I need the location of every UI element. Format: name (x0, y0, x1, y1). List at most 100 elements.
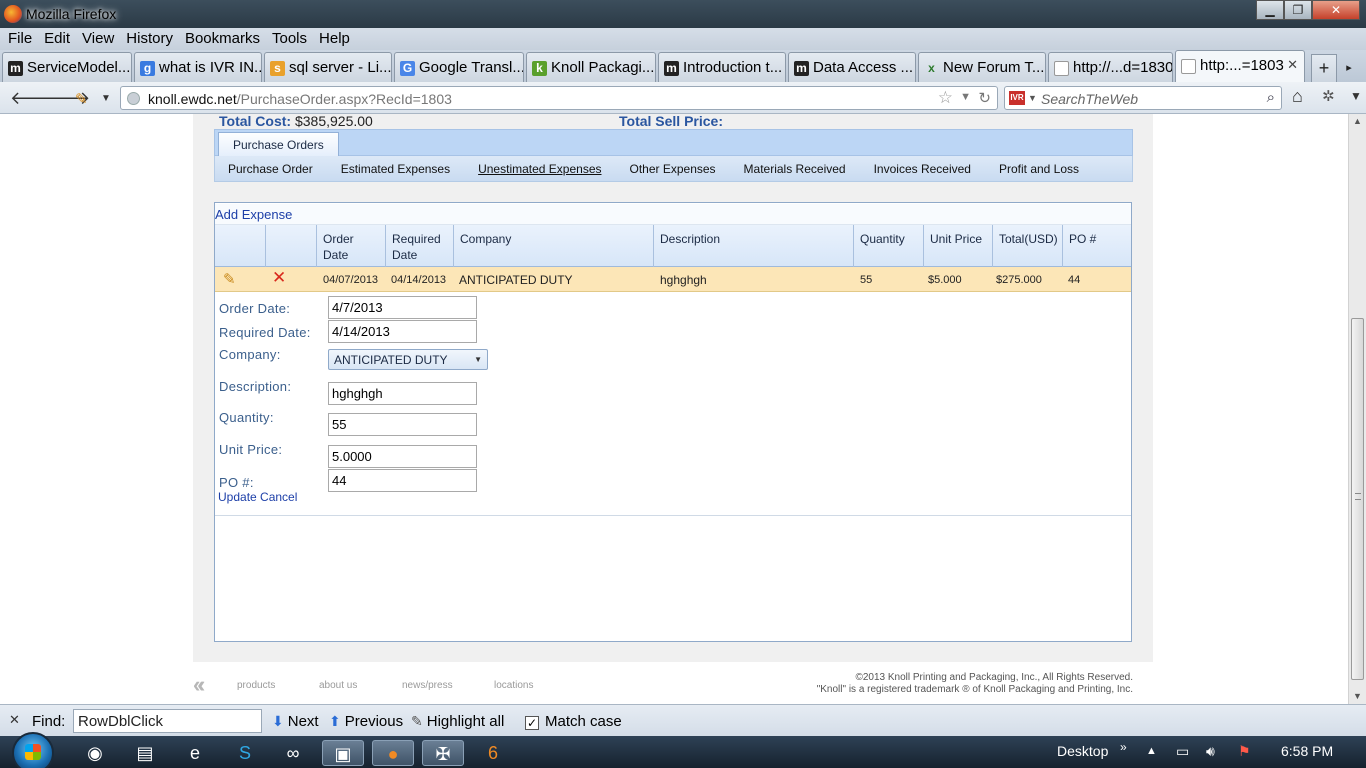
subnav-estimated-expenses[interactable]: Estimated Expenses (341, 162, 450, 181)
browser-tab[interactable]: G Google Transl... (394, 52, 524, 82)
dropdown-arrow-icon[interactable]: ▼ (101, 93, 111, 104)
desktop-toolbar-label[interactable]: Desktop (1057, 743, 1108, 759)
subnav-purchase-order[interactable]: Purchase Order (228, 162, 313, 181)
start-button[interactable] (12, 732, 54, 768)
browser-tab[interactable]: g what is IVR IN... (134, 52, 262, 82)
minimize-button[interactable]: ▁ (1256, 0, 1284, 20)
close-findbar-icon[interactable]: ✕ (9, 712, 20, 728)
subnav-other-expenses[interactable]: Other Expenses (630, 162, 716, 181)
tools-icon[interactable]: ✠ (422, 740, 464, 766)
unit-price-field[interactable]: 5.0000 (328, 445, 477, 468)
description-label: Description: (219, 379, 292, 394)
addon-icon[interactable]: ✲ (1322, 87, 1335, 105)
visual-studio-icon[interactable]: ∞ (272, 740, 314, 766)
header-description[interactable]: Description (654, 225, 854, 267)
url-history-dropdown-icon[interactable]: ▼ (960, 91, 971, 103)
clock[interactable]: 6:58 PM (1281, 743, 1333, 759)
url-text[interactable]: knoll.ewdc.net/PurchaseOrder.aspx?RecId=… (148, 91, 452, 107)
header-po-number[interactable]: PO # (1063, 225, 1131, 267)
company-select[interactable]: ANTICIPATED DUTY ▼ (328, 349, 488, 370)
scroll-up-icon[interactable]: ▲ (1353, 116, 1362, 126)
menu-bar: File Edit View History Bookmarks Tools H… (0, 28, 1366, 50)
find-previous-button[interactable]: ⬆ Previous (329, 713, 403, 730)
scroll-down-icon[interactable]: ▼ (1353, 691, 1362, 701)
menu-help[interactable]: Help (313, 28, 356, 50)
subnav-unestimated-expenses[interactable]: Unestimated Expenses (478, 162, 601, 181)
menu-tools[interactable]: Tools (266, 28, 313, 50)
header-total-usd[interactable]: Total(USD) (993, 225, 1063, 267)
volume-icon[interactable]: 🔊︎ (1206, 743, 1215, 760)
browser-tab[interactable]: x New Forum T... (918, 52, 1046, 82)
chrome-icon[interactable]: ◉ (74, 740, 116, 766)
edit-pencil-icon[interactable]: ✎ (223, 270, 236, 288)
toolbar-overflow-icon[interactable]: ▼ (1350, 89, 1362, 103)
menu-edit[interactable]: Edit (38, 28, 76, 50)
browser-tab[interactable]: m Data Access ... (788, 52, 916, 82)
word-icon[interactable]: ▤ (124, 740, 166, 766)
toolbar-expand-icon[interactable]: » (1120, 740, 1127, 754)
app-icon[interactable]: 6 (472, 740, 514, 766)
file-explorer-icon[interactable]: ▣ (322, 740, 364, 766)
vertical-scrollbar[interactable]: ▲ ▼ (1348, 114, 1366, 704)
update-link[interactable]: Update (218, 490, 257, 504)
subnav-profit-and-loss[interactable]: Profit and Loss (999, 162, 1079, 181)
header-order-date[interactable]: Order Date (317, 225, 386, 267)
footer-link-about-us[interactable]: about us (319, 680, 357, 691)
search-input[interactable]: SearchTheWeb (1041, 91, 1138, 107)
search-bar[interactable]: IVR ▼ SearchTheWeb ⌕ (1004, 86, 1282, 110)
menu-bookmarks[interactable]: Bookmarks (179, 28, 266, 50)
cancel-link[interactable]: Cancel (260, 490, 297, 504)
close-window-button[interactable]: ✕ (1312, 0, 1360, 20)
subnav-materials-received[interactable]: Materials Received (744, 162, 846, 181)
close-tab-icon[interactable]: ✕ (1287, 57, 1298, 73)
menu-file[interactable]: File (2, 28, 38, 50)
search-engine-icon[interactable]: IVR (1009, 91, 1025, 105)
home-icon[interactable]: ⌂ (1292, 86, 1303, 107)
find-next-button[interactable]: ⬇ Next (272, 713, 319, 730)
pencil-icon[interactable]: ✎ (75, 90, 88, 108)
bookmark-star-icon[interactable]: ☆ (938, 88, 953, 108)
browser-tab[interactable]: m Introduction t... (658, 52, 786, 82)
browser-tab-active[interactable]: http:...=1803 ✕ (1175, 50, 1305, 82)
header-company[interactable]: Company (454, 225, 654, 267)
po-number-field[interactable]: 44 (328, 469, 477, 492)
restore-button[interactable]: ❐ (1284, 0, 1312, 20)
browser-tab[interactable]: k Knoll Packagi... (526, 52, 656, 82)
header-unit-price[interactable]: Unit Price (924, 225, 993, 267)
order-date-field[interactable]: 4/7/2013 (328, 296, 477, 319)
add-expense-link[interactable]: Add Expense (215, 204, 1131, 225)
delete-x-icon[interactable]: ✕ (272, 268, 286, 288)
highlight-all-button[interactable]: ✎ Highlight all (411, 713, 504, 730)
url-bar[interactable]: knoll.ewdc.net/PurchaseOrder.aspx?RecId=… (120, 86, 998, 110)
search-icon[interactable]: ⌕ (1267, 89, 1275, 106)
menu-history[interactable]: History (120, 28, 179, 50)
required-date-field[interactable]: 4/14/2013 (328, 320, 477, 343)
search-engine-dropdown-icon[interactable]: ▼ (1028, 93, 1037, 103)
table-row[interactable]: ✎ ✕ 04/07/2013 04/14/2013 ANTICIPATED DU… (215, 267, 1131, 292)
internet-explorer-icon[interactable]: e (174, 740, 216, 766)
network-icon[interactable]: ▭ (1176, 743, 1189, 760)
footer-link-news-press[interactable]: news/press (402, 680, 453, 691)
menu-view[interactable]: View (76, 28, 120, 50)
footer-link-locations[interactable]: locations (494, 680, 533, 691)
match-case-checkbox[interactable]: ✓ Match case (525, 713, 622, 730)
flag-alert-icon[interactable]: ⚑ (1238, 743, 1251, 760)
show-hidden-icons-icon[interactable]: ▲ (1146, 745, 1157, 757)
subnav-invoices-received[interactable]: Invoices Received (874, 162, 971, 181)
browser-tab[interactable]: m ServiceModel... (2, 52, 132, 82)
header-required-date[interactable]: Required Date (386, 225, 454, 267)
browser-tab[interactable]: http://...d=1830 (1048, 52, 1173, 82)
reload-icon[interactable]: ↻ (978, 89, 991, 107)
find-input[interactable]: RowDblClick (73, 709, 262, 733)
browser-tab[interactable]: s sql server - Li... (264, 52, 392, 82)
quantity-field[interactable]: 55 (328, 413, 477, 436)
new-tab-button[interactable]: + (1311, 54, 1337, 82)
tab-purchase-orders[interactable]: Purchase Orders (218, 132, 339, 157)
skype-icon[interactable]: S (224, 740, 266, 766)
header-quantity[interactable]: Quantity (854, 225, 924, 267)
scrollbar-thumb[interactable] (1351, 318, 1364, 680)
footer-link-products[interactable]: products (237, 680, 275, 691)
tab-list-icon[interactable]: ▸ (1341, 54, 1357, 82)
description-field[interactable]: hghghgh (328, 382, 477, 405)
firefox-taskbar-icon[interactable]: ● (372, 740, 414, 766)
